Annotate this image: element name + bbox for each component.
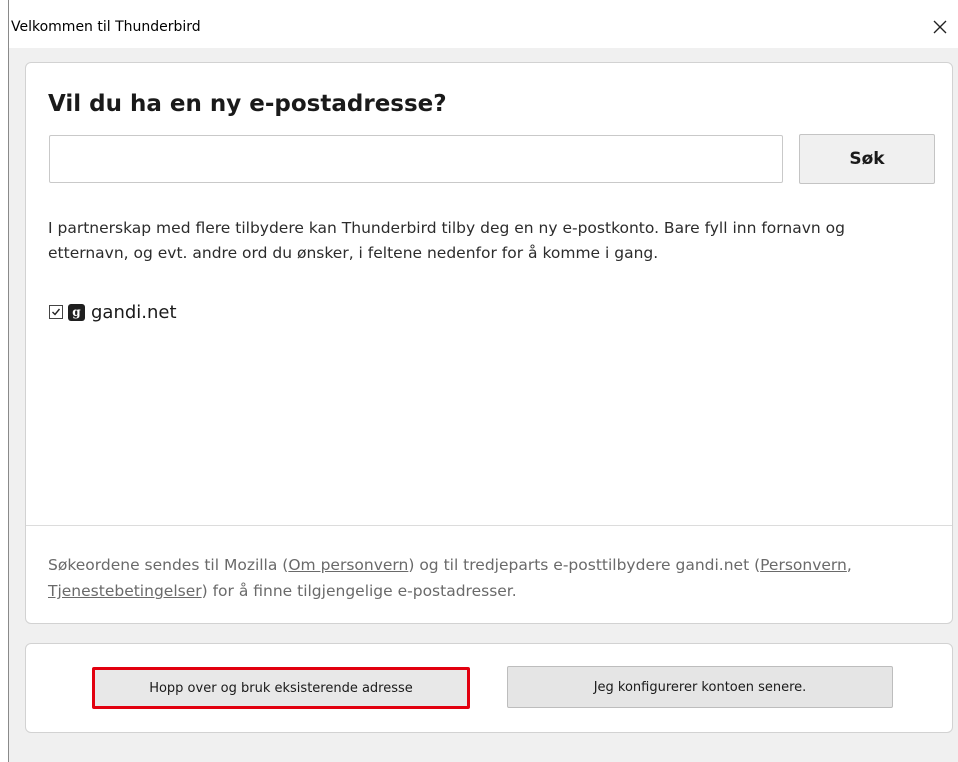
disclaimer-text: ) og til tredjeparts e-posttilbydere gan… bbox=[408, 556, 761, 574]
provider-checkbox[interactable] bbox=[49, 305, 63, 319]
close-icon bbox=[933, 20, 947, 34]
terms-of-service-link[interactable]: Tjenestebetingelser bbox=[48, 582, 202, 600]
divider bbox=[26, 525, 952, 526]
window-title: Velkommen til Thunderbird bbox=[11, 19, 201, 35]
search-button[interactable]: Søk bbox=[799, 134, 935, 184]
disclaimer-text: Søkeordene sendes til Mozilla ( bbox=[48, 556, 289, 574]
provider-privacy-link[interactable]: Personvern bbox=[760, 556, 847, 574]
search-input[interactable] bbox=[49, 135, 783, 183]
checkmark-icon bbox=[52, 308, 61, 316]
provider-item-gandi[interactable]: g gandi.net bbox=[49, 301, 177, 323]
disclaimer-text: ) for å finne tilgjengelige e-postadress… bbox=[201, 582, 517, 600]
provider-name: gandi.net bbox=[91, 301, 177, 323]
privacy-disclaimer: Søkeordene sendes til Mozilla (Om person… bbox=[48, 552, 928, 604]
configure-later-button[interactable]: Jeg konfigurerer kontoen senere. bbox=[507, 666, 893, 708]
skip-use-existing-button[interactable]: Hopp over og bruk eksisterende adresse bbox=[92, 667, 470, 709]
page-title: Vil du ha en ny e-postadresse? bbox=[48, 91, 447, 117]
about-privacy-link[interactable]: Om personvern bbox=[288, 556, 408, 574]
welcome-dialog: Velkommen til Thunderbird Vil du ha en n… bbox=[8, 0, 958, 762]
new-address-panel: Vil du ha en ny e-postadresse? Søk I par… bbox=[25, 62, 953, 624]
partnership-description: I partnerskap med flere tilbydere kan Th… bbox=[48, 219, 845, 262]
disclaimer-text: , bbox=[846, 556, 852, 574]
close-button[interactable] bbox=[922, 12, 958, 42]
gandi-logo-icon: g bbox=[68, 303, 85, 321]
title-bar: Velkommen til Thunderbird bbox=[9, 0, 958, 48]
action-panel: Hopp over og bruk eksisterende adresse J… bbox=[25, 643, 953, 733]
